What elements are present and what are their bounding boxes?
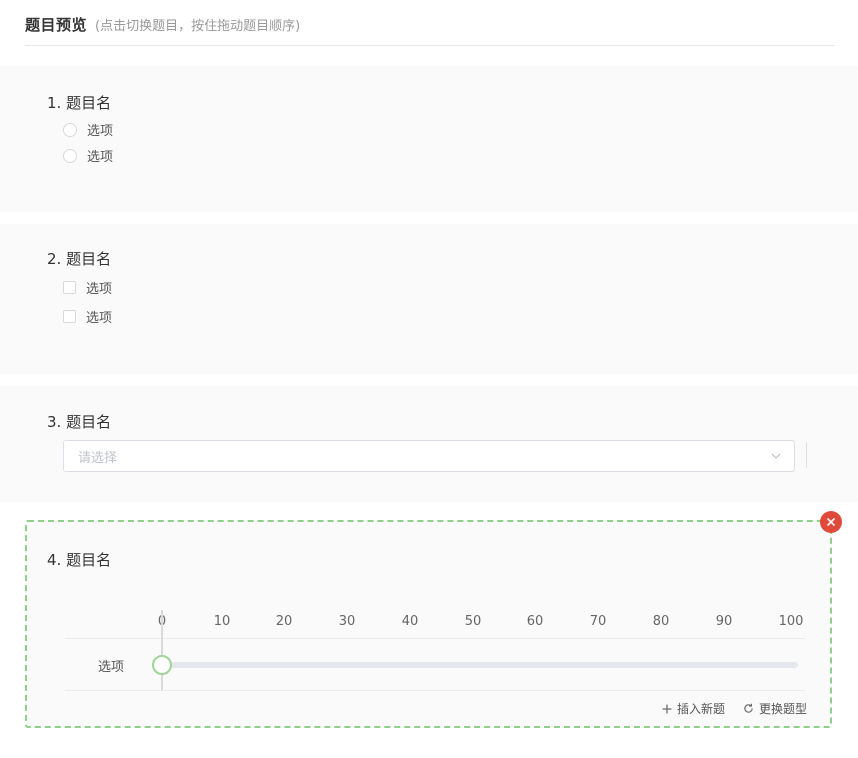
- scale-tick: 70: [589, 614, 607, 629]
- option-label: 选项: [86, 282, 113, 297]
- page-title: 题目预览: [25, 16, 88, 34]
- insert-label: 插入新题: [676, 702, 725, 716]
- divider: [806, 442, 807, 468]
- scale-tick: 60: [526, 614, 544, 629]
- radio-button[interactable]: [63, 148, 77, 163]
- slider-track[interactable]: [164, 662, 798, 668]
- question-card-4[interactable]: 4. 题目名 0 10 20 30 40 50 60 70 80 90 100 …: [25, 520, 832, 728]
- page: 题目预览 (点击切换题目，按住拖动题目顺序) 1. 题目名 选项 选项 2. 题…: [0, 0, 858, 758]
- select-placeholder: 请选择: [78, 450, 118, 466]
- checkbox-option-2[interactable]: 选项: [63, 307, 112, 326]
- checkbox-option-1[interactable]: 选项: [63, 278, 112, 297]
- question-name: 题目名: [66, 94, 112, 112]
- scale-tick: 80: [652, 614, 670, 629]
- close-icon: [826, 517, 836, 527]
- preview-header: 题目预览 (点击切换题目，按住拖动题目顺序): [25, 14, 835, 46]
- question-card-2[interactable]: 2. 题目名 选项 选项: [0, 224, 858, 374]
- divider: [65, 690, 805, 691]
- select-dropdown[interactable]: 请选择: [63, 440, 795, 472]
- question-card-3[interactable]: 3. 题目名 请选择: [0, 386, 858, 502]
- scale-tick: 30: [338, 614, 356, 629]
- radio-button[interactable]: [63, 122, 77, 137]
- slider-origin-line: [161, 610, 163, 690]
- divider: [65, 638, 805, 639]
- slider-scale: 0 10 20 30 40 50 60 70 80 90 100: [27, 614, 830, 636]
- scale-tick: 20: [275, 614, 293, 629]
- option-label: 选项: [87, 124, 114, 139]
- question-title: 4. 题目名: [47, 549, 111, 570]
- delete-question-button[interactable]: [820, 511, 842, 533]
- checkbox[interactable]: [63, 310, 76, 323]
- question-card-1[interactable]: 1. 题目名 选项 选项: [0, 66, 858, 212]
- scale-tick: 10: [213, 614, 231, 629]
- question-number: 4.: [47, 551, 62, 569]
- question-title: 1. 题目名: [47, 92, 111, 113]
- option-label: 选项: [87, 150, 114, 165]
- question-actions: 插入新题 更换题型: [644, 700, 807, 717]
- question-name: 题目名: [66, 413, 112, 431]
- scale-tick: 100: [778, 614, 804, 629]
- insert-question-button[interactable]: 插入新题: [662, 700, 725, 717]
- change-type-label: 更换题型: [758, 702, 807, 716]
- question-number: 3.: [47, 413, 62, 431]
- question-name: 题目名: [66, 551, 112, 569]
- question-name: 题目名: [66, 250, 112, 268]
- question-number: 1.: [47, 94, 62, 112]
- change-type-button[interactable]: 更换题型: [743, 700, 807, 717]
- plus-icon: [662, 704, 672, 713]
- scale-tick: 50: [464, 614, 482, 629]
- page-hint: (点击切换题目，按住拖动题目顺序): [95, 19, 301, 34]
- radio-option-2[interactable]: 选项: [63, 146, 113, 165]
- question-title: 3. 题目名: [47, 411, 111, 432]
- slider-row-label: 选项: [98, 660, 125, 675]
- refresh-icon: [744, 703, 753, 713]
- question-number: 2.: [47, 250, 62, 268]
- slider-thumb[interactable]: [152, 655, 172, 675]
- radio-option-1[interactable]: 选项: [63, 120, 113, 139]
- scale-tick: 40: [401, 614, 419, 629]
- scale-tick: 90: [715, 614, 733, 629]
- checkbox[interactable]: [63, 281, 76, 294]
- chevron-down-icon: [771, 453, 781, 459]
- question-title: 2. 题目名: [47, 248, 111, 269]
- option-label: 选项: [86, 311, 113, 326]
